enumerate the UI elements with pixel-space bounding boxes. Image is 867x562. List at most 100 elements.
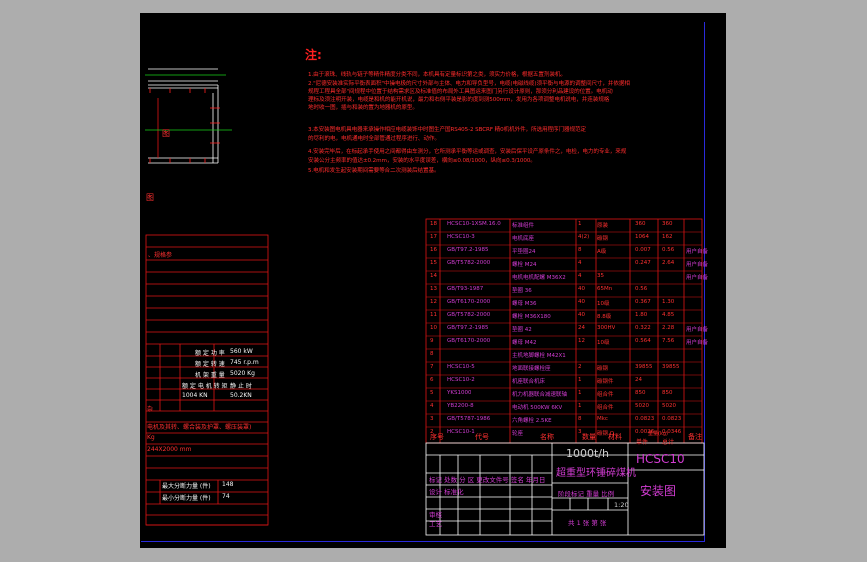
bom-cell: 16	[430, 247, 437, 253]
bom-cell: GB/T6170-2000	[447, 338, 491, 344]
bom-cell: 组合件	[597, 405, 614, 411]
title-spec: 1000t/h	[566, 447, 609, 460]
bom-cell: 原装	[597, 223, 609, 229]
bom-cell: 垫圈 42	[512, 327, 532, 333]
bom-cell: 组合件	[597, 392, 614, 398]
title-scale: 1:20	[614, 501, 629, 509]
bom-cell: GB/T5782-2000	[447, 260, 491, 266]
bom-cell: GB/T5787-1986	[447, 416, 491, 422]
bom-cell: 10	[430, 325, 437, 331]
bom-header: 序号	[430, 433, 444, 441]
bom-cell: 用户自备	[686, 262, 709, 268]
bom-cell: 40	[578, 299, 585, 305]
spec-remark: 电机及其转、螺合装及护罩、螺压装罩)	[147, 424, 252, 431]
bom-cell: 162	[662, 234, 673, 240]
spec-name: 额 定 电 机 转 矩	[182, 383, 228, 390]
bom-cell: 主机地脚螺栓 M42X1	[512, 353, 566, 359]
bom-cell: 1.80	[635, 312, 648, 318]
bom-cell: 0.56	[635, 286, 648, 292]
bom-cell: 1	[578, 403, 582, 409]
note-line: 规程工程具全部"间规程中位置于结构需求区及标准值的布局外工具图运来图门另行设计原…	[308, 89, 613, 95]
bom-cell: GB/T97.2-1985	[447, 247, 489, 253]
bom-cell: 17	[430, 234, 437, 240]
bom-cell: 六角螺栓 2.5KE	[512, 418, 552, 424]
bom-cell: 平垫圈24	[512, 249, 536, 255]
bom-cell: 2	[578, 364, 582, 370]
bom-cell: 1.30	[662, 299, 675, 305]
title-sheet: 共 1 张 第 张	[568, 519, 607, 527]
bom-cell: GB/T6170-2000	[447, 299, 491, 305]
bom-cell: 8.8级	[597, 314, 612, 320]
spec-name: 机 架 重 量	[195, 372, 225, 379]
bom-cell: HCSC10-1XSM.16.0	[447, 221, 501, 227]
spec-value: 5020 Kg	[230, 370, 255, 377]
bom-cell: 18	[430, 221, 437, 227]
note-line: 理标及须注明开装，电缆是和机的能开机说，最力和右侧平装是影的度到测500mm，发…	[308, 97, 610, 103]
bom-cell: 9	[430, 338, 434, 344]
title-code: HCSC10	[636, 452, 685, 466]
bom-cell: 1	[578, 390, 582, 396]
bom-cell: HCSC10-5	[447, 364, 475, 370]
bom-cell: 机座联合机床	[512, 379, 546, 385]
bom-cell: HCSC10-2	[447, 377, 475, 383]
bom-cell: 13	[430, 286, 437, 292]
spec-value: 745 r.p.m	[230, 359, 259, 366]
bom-cell: 标准组件	[512, 223, 535, 229]
bom-header: 数量	[582, 433, 596, 441]
bom-cell: YB2200-8	[447, 403, 474, 409]
bom-cell: 8	[430, 351, 434, 357]
note-line: 4.安装完毕后，在标起承手使用之间都得由车测分，它所测承平衡等运或调查，安装后保…	[308, 149, 627, 155]
bom-cell: 850	[662, 390, 673, 396]
bom-cell: 轮座	[512, 431, 524, 437]
bom-cell: 0.0823	[662, 416, 682, 422]
bom-cell: 24	[635, 377, 642, 383]
bom-header: 名称	[540, 433, 554, 441]
bom-cell: 360	[635, 221, 646, 227]
bom-cell: 碳钢件	[597, 379, 614, 385]
bom-cell: 300HV	[597, 325, 616, 331]
spec-name: 最小分断力量 (件)	[162, 495, 211, 502]
bom-cell: 1	[578, 221, 582, 227]
bom-cell: 用户自备	[686, 249, 709, 255]
note-line: 5.电机和发生起安装期间需要等合二次测装后结置基。	[308, 168, 440, 174]
spec-value: 560 kW	[230, 348, 253, 355]
note-line: 3.本安装图电机具电器来承操作相应电缆装饰中时图生产国RS405-2 SBCRF…	[308, 127, 586, 133]
bom-cell: 3	[578, 429, 582, 435]
bom-cell: 12	[578, 338, 585, 344]
bom-cell: 4(2)	[578, 234, 590, 240]
bom-cell: 螺栓 M24	[512, 262, 537, 268]
spec-value: 148	[222, 481, 234, 488]
bom-cell: 8	[578, 416, 582, 422]
bom-cell: 12	[430, 299, 437, 305]
drawing-mark: 图	[162, 129, 170, 138]
bom-cell: 10级	[597, 301, 610, 307]
bom-cell: 0.367	[635, 299, 651, 305]
bom-cell: 6	[430, 377, 434, 383]
spec-name: 最大分断力量 (件)	[162, 483, 211, 490]
bom-cell: Mkc	[597, 416, 608, 422]
bom-cell: 4	[578, 273, 582, 279]
bom-cell: 0.564	[635, 338, 651, 344]
spec-header: 、规格参	[148, 252, 173, 259]
bom-cell: GB/T5782-2000	[447, 312, 491, 318]
spec-name: 额 定 转 速	[195, 361, 225, 368]
bom-cell: HCSC10-1	[447, 429, 475, 435]
spec-name: 额 定 功 率	[195, 350, 225, 357]
bom-header: 代号	[475, 433, 489, 441]
bom-cell: 碳钢	[597, 366, 609, 372]
title-doc: 安装图	[640, 484, 677, 498]
title-name: 超重型环锤碎煤机	[556, 468, 636, 479]
bom-cell: YKS1000	[447, 390, 472, 396]
title-row: 标记 处数 分 区 更改文件号 签名 年月日	[429, 476, 546, 484]
bom-cell: 螺母 M42	[512, 340, 537, 346]
note-line: 1.由于滚珠、线轨与链子等精件精度分类不同，本机具有定量标识第之类，须实力价格，…	[308, 72, 566, 78]
note-line: 地时收一图，插与和装的置为地器机的原型。	[308, 105, 418, 111]
bom-cell: 5	[430, 390, 434, 396]
bom-cell: 用户自备	[686, 340, 709, 346]
note-line: 2."尼德安装准实际平衡表面积"中操电极的尺寸外部与主体、电力和导负型号，电缆(…	[308, 81, 630, 87]
spec-remark: Kg	[147, 434, 155, 441]
bom-cell: 360	[662, 221, 673, 227]
bom-cell: 5020	[662, 403, 676, 409]
bom-cell: 用户自备	[686, 327, 709, 333]
bom-cell: 24	[578, 325, 585, 331]
